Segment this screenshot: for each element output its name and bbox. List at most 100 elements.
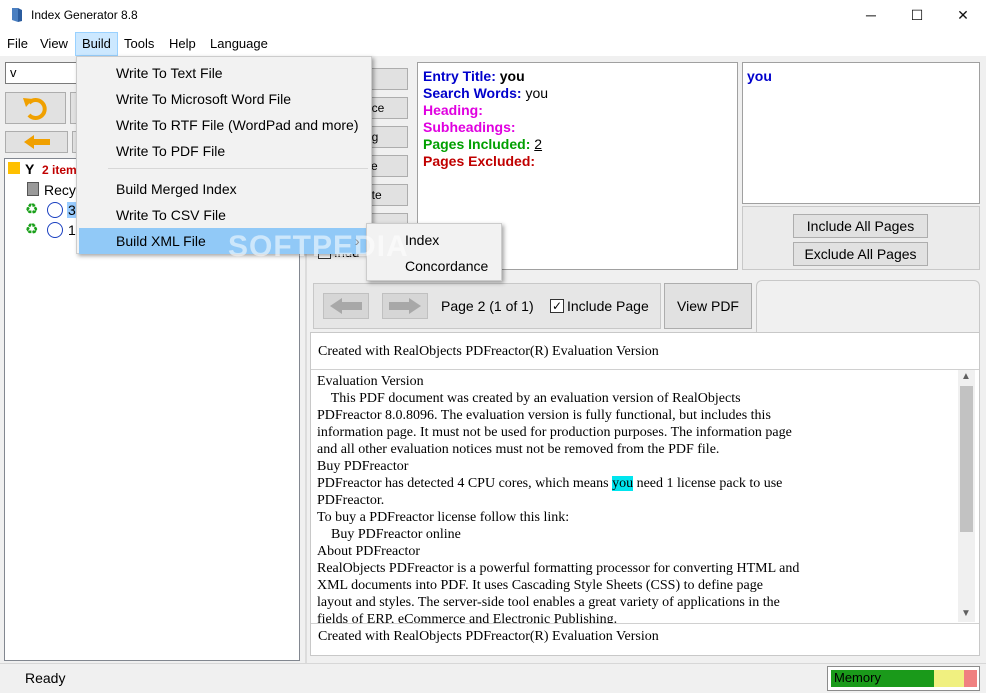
menu-write-csv-file[interactable]: Write To CSV File — [79, 202, 369, 228]
subheadings-label: Subheadings: — [423, 119, 516, 135]
scroll-up-icon[interactable]: ▲ — [961, 371, 971, 382]
include-page-label: Include Page — [567, 298, 649, 314]
pages-buttons-area: Include All Pages Exclude All Pages — [742, 206, 980, 270]
arrow-left-icon — [23, 135, 50, 149]
menu-tools[interactable]: Tools — [118, 32, 160, 56]
build-menu: Write To Text File Write To Microsoft Wo… — [76, 56, 372, 254]
divider — [311, 623, 979, 624]
pdf-line: PDFreactor 8.0.8096. The evaluation vers… — [317, 408, 771, 423]
menu-build-xml-label: Build XML File — [116, 233, 206, 249]
search-words-value: you — [525, 85, 549, 101]
tree-root-count: 2 item — [42, 163, 77, 177]
close-button[interactable]: ✕ — [940, 0, 986, 30]
tree-root-letter[interactable]: Y — [25, 161, 34, 177]
pdf-line-highlighted: PDFreactor has detected 4 CPU cores, whi… — [317, 475, 957, 492]
minimize-button[interactable]: ─ — [848, 0, 894, 30]
search-words-row: Search Words: you — [423, 85, 548, 101]
tree-item-2[interactable]: 1 — [68, 222, 76, 238]
mid-button-4[interactable]: se — [368, 155, 408, 177]
pdf-line: RealObjects PDFreactor is a powerful for… — [317, 561, 800, 576]
pages-excluded-label: Pages Excluded: — [423, 153, 536, 169]
mid-button-3[interactable]: ng — [368, 126, 408, 148]
pdf-line: This PDF document was created by an eval… — [317, 391, 741, 406]
pdf-line: layout and styles. The server-side tool … — [317, 595, 780, 610]
tree-item-recycle[interactable]: Recy — [44, 182, 76, 198]
menu-language[interactable]: Language — [204, 32, 274, 56]
pdf-line: XML documents into PDF. It uses Cascadin… — [317, 578, 763, 593]
menu-build-merged-index[interactable]: Build Merged Index — [79, 176, 369, 202]
entry-title-label: Entry Title: — [423, 68, 496, 84]
memory-bar-yellow — [934, 670, 964, 687]
circle-icon — [47, 222, 63, 238]
entry-title-row: Entry Title: you — [423, 68, 525, 84]
pdf-line: fields of ERP, eCommerce and Electronic … — [317, 612, 618, 623]
pages-included-row: Pages Included: 2 — [423, 136, 542, 152]
prev-page-button[interactable] — [323, 293, 369, 319]
watermark: SOFTPEDIA — [228, 230, 409, 263]
mid-button-5[interactable]: ate — [368, 184, 408, 206]
next-page-button[interactable] — [382, 293, 428, 319]
include-page-checkbox[interactable]: ✓ — [550, 299, 564, 313]
pdf-line: Buy PDFreactor online — [317, 527, 461, 542]
menu-write-text-file[interactable]: Write To Text File — [79, 60, 369, 86]
search-words-label: Search Words: — [423, 85, 522, 101]
pdf-line: information page. It must not be used fo… — [317, 425, 792, 440]
recycle-icon: ♻ — [25, 221, 39, 238]
menu-write-rtf-file[interactable]: Write To RTF File (WordPad and more) — [79, 112, 369, 138]
memory-label: Memory — [834, 670, 881, 685]
pages-included-label: Pages Included: — [423, 136, 531, 152]
search-highlight: you — [612, 476, 634, 491]
folder-icon — [8, 162, 20, 174]
mid-button-2[interactable]: nce — [368, 97, 408, 119]
arrow-left-icon — [330, 298, 362, 314]
scroll-down-icon[interactable]: ▼ — [961, 608, 971, 619]
scroll-thumb[interactable] — [960, 386, 973, 532]
pdf-line: and all other evaluation notices must no… — [317, 442, 720, 457]
pdf-header-text: Created with RealObjects PDFreactor(R) E… — [318, 344, 659, 359]
pdf-text: Evaluation Version This PDF document was… — [317, 373, 957, 623]
view-pdf-button[interactable]: View PDF — [664, 283, 752, 329]
pdf-line: About PDFreactor — [317, 544, 421, 559]
page-label: Page 2 (1 of 1) — [441, 298, 534, 314]
mid-button-1[interactable]: y — [368, 68, 408, 90]
include-all-pages-button[interactable]: Include All Pages — [793, 214, 928, 238]
status-text: Ready — [25, 670, 66, 686]
pdf-line-tail: need 1 license pack to use — [633, 476, 783, 491]
entry-title-value: you — [499, 68, 525, 84]
page-navigation: Page 2 (1 of 1) ✓ Include Page — [313, 283, 661, 329]
menu-build[interactable]: Build — [75, 32, 118, 56]
app-icon — [9, 7, 25, 23]
pdf-line: PDFreactor. — [317, 493, 385, 508]
divider — [311, 369, 979, 370]
undo-icon — [22, 98, 47, 120]
menu-file[interactable]: File — [1, 32, 34, 56]
maximize-button[interactable]: ☐ — [894, 0, 940, 30]
pdf-line: To buy a PDFreactor license follow this … — [317, 510, 570, 525]
recycle-icon: ♻ — [25, 201, 39, 218]
memory-indicator: Memory — [827, 666, 980, 691]
undo-button[interactable] — [5, 92, 66, 124]
search-word-item[interactable]: you — [747, 68, 772, 84]
circle-icon — [47, 202, 63, 218]
heading-label: Heading: — [423, 102, 483, 118]
pdf-line-head: PDFreactor has detected 4 CPU cores, whi… — [317, 476, 613, 491]
menu-separator — [108, 168, 368, 169]
pdf-line: Buy PDFreactor — [317, 459, 409, 474]
back-button[interactable] — [5, 131, 68, 153]
menu-write-word-file[interactable]: Write To Microsoft Word File — [79, 86, 369, 112]
memory-bar-red — [964, 670, 977, 687]
exclude-all-pages-button[interactable]: Exclude All Pages — [793, 242, 928, 266]
title-bar: Index Generator 8.8 ─ ☐ ✕ — [0, 0, 986, 32]
recycle-bin-icon — [27, 182, 39, 196]
menu-help[interactable]: Help — [163, 32, 202, 56]
pdf-footer-text: Created with RealObjects PDFreactor(R) E… — [318, 629, 659, 644]
search-words-list[interactable]: you — [742, 62, 980, 204]
pdf-line: Evaluation Version — [317, 374, 424, 389]
menu-write-pdf-file[interactable]: Write To PDF File — [79, 138, 369, 164]
window-title: Index Generator 8.8 — [31, 8, 138, 22]
menu-view[interactable]: View — [34, 32, 74, 56]
pages-included-link[interactable]: 2 — [534, 136, 542, 152]
entry-combo[interactable]: v — [5, 62, 80, 84]
blank-tab[interactable] — [756, 280, 980, 332]
menu-bar: File View Build Tools Help Language — [0, 32, 986, 56]
